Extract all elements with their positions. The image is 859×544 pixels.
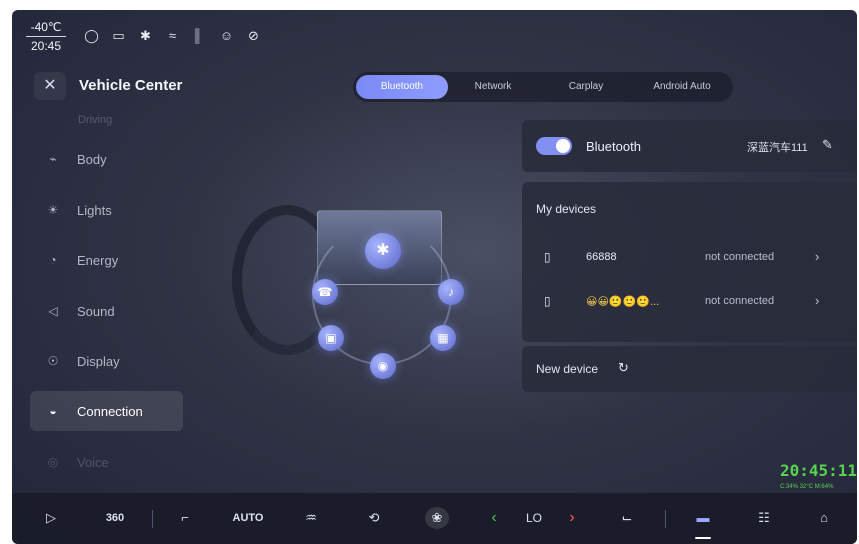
my-devices-header: My devices xyxy=(536,202,597,216)
vehicle-dock-icon[interactable]: ▬ xyxy=(692,507,714,529)
outside-temperature: -40℃ xyxy=(26,20,66,37)
voice-icon: ◎ xyxy=(47,455,59,469)
chevron-right-icon[interactable]: › xyxy=(815,293,819,308)
new-device-label: New device xyxy=(536,362,599,376)
device-row[interactable]: ▯ 66888 not connected › xyxy=(522,238,857,278)
status-clock: 20:45 xyxy=(30,39,62,53)
tag-icon: ▭ xyxy=(112,28,125,43)
fan-icon[interactable]: ❀ xyxy=(425,507,449,529)
temp-value: LO xyxy=(525,511,542,525)
tab-network[interactable]: Network xyxy=(448,75,538,99)
sidebar-item-label: Energy xyxy=(77,252,119,268)
sidebar-item-energy[interactable]: ◔ Energy xyxy=(30,240,183,280)
dock-divider xyxy=(665,510,666,528)
active-indicator xyxy=(695,537,711,539)
music-icon: ♪ xyxy=(438,279,464,305)
camera-dock-icon[interactable]: ▷ xyxy=(40,507,62,529)
page-title: Vehicle Center xyxy=(79,77,183,94)
status-bar: -40℃ 20:45 ◯ ▭ ✱ ≈ ▌ ☺ ⊘ xyxy=(12,10,857,60)
device-status: not connected xyxy=(705,251,775,263)
connection-tabs: Bluetooth Network Carplay Android Auto xyxy=(353,72,733,102)
home-icon[interactable]: ⌂ xyxy=(813,507,835,529)
sidebar-item-voice[interactable]: ◎ Voice xyxy=(30,442,183,482)
vehicle-screen: -40℃ 20:45 ◯ ▭ ✱ ≈ ▌ ☺ ⊘ ✕ Vehicle Cente… xyxy=(12,10,857,544)
energy-icon: ◔ xyxy=(49,253,57,267)
no-camera-icon: ⊘ xyxy=(248,28,259,43)
refresh-icon[interactable]: ↻ xyxy=(618,360,629,376)
sidebar-item-sound[interactable]: ◁ Sound xyxy=(30,291,183,331)
car-body-icon: ⌁ xyxy=(49,152,57,166)
phone-device-icon: ▯ xyxy=(544,294,551,308)
location-icon: ◉ xyxy=(370,353,396,379)
edit-icon[interactable]: ✎ xyxy=(822,137,833,153)
temp-down-button[interactable]: ‹ xyxy=(487,507,501,529)
sidebar-item-label: Display xyxy=(77,353,120,369)
air-circulation-icon[interactable]: ⟲ xyxy=(362,507,386,529)
seat-heat-icon[interactable]: ⌙ xyxy=(616,507,638,529)
sidebar-item-connection[interactable]: ◒ Connection xyxy=(30,391,183,431)
tab-carplay[interactable]: Carplay xyxy=(538,75,634,99)
bluetooth-icon: ✱ xyxy=(140,28,151,43)
device-name: 66888 xyxy=(586,251,617,263)
bottom-dock: ▷ 360 ⌐ AUTO ♒ ⟲ ❀ ‹ LO › ⌙ ▬ ☷ ⌂ xyxy=(12,493,857,544)
speaker-icon: ◁ xyxy=(48,304,58,318)
user-icon: ☺ xyxy=(219,28,234,43)
new-device-panel: New device ↻ xyxy=(522,346,857,392)
phone-device-icon: ▯ xyxy=(544,250,551,264)
apps-icon: ▦ xyxy=(430,325,456,351)
device-name: 😀😀🙂🙂🙂... xyxy=(586,296,660,308)
sidebar-item-display[interactable]: ☉ Display xyxy=(30,341,183,381)
toggle-knob xyxy=(556,139,570,153)
sidebar-item-body[interactable]: ⌁ Body xyxy=(30,139,183,179)
bluetooth-device-name: 深蓝汽车111 xyxy=(747,142,808,154)
phone-icon: ☎ xyxy=(312,279,338,305)
auto-button[interactable]: AUTO xyxy=(230,507,266,529)
bluetooth-panel: Bluetooth 深蓝汽车111 ✎ xyxy=(522,120,857,172)
close-button[interactable]: ✕ xyxy=(34,72,66,100)
rear-defrost-icon[interactable]: ♒ xyxy=(300,507,322,529)
device-row[interactable]: ▯ 😀😀🙂🙂🙂... not connected › xyxy=(522,282,857,322)
bluetooth-toggle[interactable] xyxy=(536,137,572,155)
display-icon: ☉ xyxy=(47,354,59,368)
sidebar-item-driving[interactable]: Driving xyxy=(78,114,112,126)
connection-icon: ◒ xyxy=(49,404,57,418)
shield-icon: ◯ xyxy=(84,28,99,43)
apps-grid-icon[interactable]: ☷ xyxy=(753,507,775,529)
status-icons: ◯ ▭ ✱ ≈ ▌ ☺ ⊘ xyxy=(78,28,267,44)
sidebar-item-label: Body xyxy=(77,151,107,167)
signal-icon: ▌ xyxy=(194,28,205,43)
connectivity-illustration: ✱ ☎ ♪ ▣ ▦ ◉ xyxy=(222,195,512,395)
chevron-right-icon[interactable]: › xyxy=(815,249,819,264)
overlay-clock: 20:45:11 xyxy=(780,461,857,480)
tab-android-auto[interactable]: Android Auto xyxy=(634,75,730,99)
sidebar-item-label: Lights xyxy=(77,202,112,218)
temp-up-button[interactable]: › xyxy=(565,507,579,529)
sidebar-item-label: Voice xyxy=(77,454,109,470)
tab-bluetooth[interactable]: Bluetooth xyxy=(356,75,448,99)
bluetooth-label: Bluetooth xyxy=(586,139,641,154)
360-view-button[interactable]: 360 xyxy=(100,507,130,529)
lights-icon: ☀ xyxy=(47,203,59,217)
overlay-info: C:34% 32°C M:64% xyxy=(780,484,834,490)
temp-time-widget: -40℃ 20:45 xyxy=(26,20,66,53)
bluetooth-icon: ✱ xyxy=(365,233,401,269)
seat-dock-icon[interactable]: ⌐ xyxy=(174,507,196,529)
wifi-icon: ≈ xyxy=(168,28,177,43)
gamepad-icon: ▣ xyxy=(318,325,344,351)
sidebar-item-lights[interactable]: ☀ Lights xyxy=(30,190,183,230)
sidebar-item-label: Connection xyxy=(77,403,143,419)
device-status: not connected xyxy=(705,295,775,307)
dock-divider xyxy=(152,510,153,528)
sidebar-item-label: Sound xyxy=(77,303,115,319)
my-devices-panel: My devices ▯ 66888 not connected › ▯ 😀😀🙂… xyxy=(522,182,857,342)
